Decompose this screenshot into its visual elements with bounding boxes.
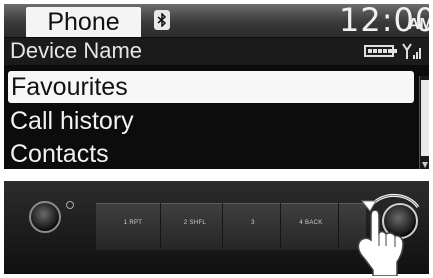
preset-button-3[interactable]: 3 [226, 203, 281, 249]
device-name: Device Name [10, 38, 143, 63]
bluetooth-icon [154, 10, 170, 30]
power-icon [66, 201, 74, 209]
scroll-thumb[interactable] [421, 80, 429, 156]
battery-icon [364, 45, 397, 57]
signal-icon [402, 43, 421, 59]
preset-button-label: 2 SHFL [183, 220, 207, 226]
preset-button-label: 1 RPT [123, 220, 143, 226]
title-tab: Phone [26, 7, 141, 37]
scroll-down-icon [422, 162, 428, 168]
head-unit-screen: Phone 12:00 AM Device Name Favourites Ca… [4, 4, 429, 169]
preset-button-label: 3 [251, 220, 255, 226]
clock-ampm: AM [408, 16, 429, 33]
preset-button-label: 4 BACK [299, 220, 323, 226]
page-title: Phone [47, 8, 120, 36]
hand-pointer-icon [357, 210, 404, 276]
preset-button-1[interactable]: 1 RPT [106, 203, 161, 249]
title-bar: Phone 12:00 AM [4, 4, 429, 37]
menu-item-contacts[interactable]: Contacts [10, 140, 109, 168]
preset-button-2[interactable]: 2 SHFL [168, 203, 223, 249]
menu-item-call-history[interactable]: Call history [10, 107, 134, 135]
info-bar: Device Name [4, 38, 429, 65]
menu-item-favourites[interactable]: Favourites [8, 71, 414, 103]
volume-knob-icon[interactable] [29, 201, 61, 233]
scrollbar[interactable] [419, 76, 429, 169]
preset-button-4[interactable]: 4 BACK [284, 203, 339, 249]
